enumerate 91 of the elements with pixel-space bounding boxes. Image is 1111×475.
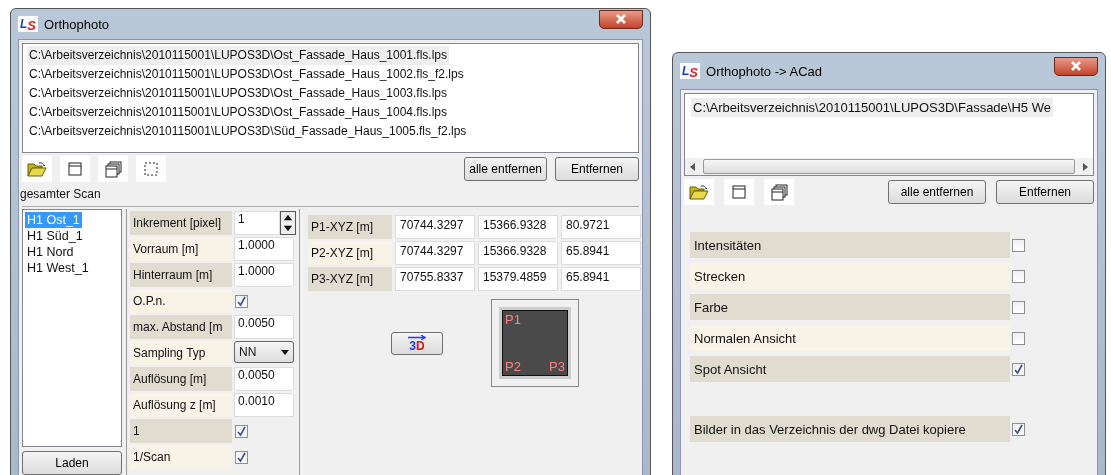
window-icon bbox=[732, 185, 746, 199]
point-label: P3-XYZ [m] bbox=[308, 267, 392, 291]
3d-view-button[interactable]: 3D bbox=[391, 331, 443, 355]
option-label: Bilder in das Verzeichnis der dwg Datei kopiere bbox=[690, 416, 1010, 442]
remove-all-button[interactable]: alle entfernen bbox=[888, 180, 986, 204]
point-label: P2-XYZ [m] bbox=[308, 241, 392, 265]
point-marker-label: P2 bbox=[505, 359, 521, 374]
parameter-label: Auflösung z [m] bbox=[130, 393, 232, 417]
caret-icon bbox=[281, 349, 289, 355]
windows-button[interactable] bbox=[764, 179, 794, 205]
app-logo: LS bbox=[680, 63, 700, 79]
horizontal-scrollbar[interactable] bbox=[684, 158, 1094, 176]
window-button[interactable] bbox=[724, 179, 754, 205]
window-button[interactable] bbox=[60, 156, 90, 182]
file-item[interactable]: C:\Arbeitsverzeichnis\2010115001\LUPOS3D\Ost_Fassade_Haus_1001.fls.lps bbox=[27, 46, 449, 65]
selection-button[interactable] bbox=[136, 156, 166, 182]
option-label: Strecken bbox=[690, 263, 1010, 289]
remove-button[interactable]: Entfernen bbox=[555, 157, 639, 181]
scroll-right-icon[interactable] bbox=[1083, 162, 1088, 171]
increment-field[interactable]: 1 bbox=[234, 211, 280, 235]
scan-item[interactable]: H1 West_1 bbox=[25, 260, 91, 276]
folder-icon bbox=[27, 161, 47, 177]
coordinate-field[interactable]: 15366.9328 bbox=[478, 241, 558, 265]
app-logo: LS bbox=[18, 16, 38, 32]
point-marker-label: P1 bbox=[505, 312, 521, 327]
parameter-label: O.P.n. bbox=[130, 289, 232, 313]
spin-arrows-icon[interactable] bbox=[280, 211, 296, 235]
checkbox[interactable] bbox=[1012, 238, 1025, 252]
coordinate-field[interactable]: 15379.4859 bbox=[478, 267, 558, 291]
windows-stack-icon bbox=[104, 160, 122, 178]
selection-icon bbox=[144, 162, 158, 176]
file-item[interactable]: C:\Arbeitsverzeichnis\2010115001\LUPOS3D\Ost_Fassade_Haus_1003.fls.lps bbox=[27, 84, 449, 103]
window-title: Orthophoto -> ACad bbox=[706, 63, 822, 79]
parameter-label: Hinterraum [m] bbox=[130, 263, 232, 287]
point-marker-label: P3 bbox=[549, 359, 565, 374]
coordinate-field[interactable]: 65.8941 bbox=[561, 241, 641, 265]
parameter-label: Inkrement [pixel] bbox=[130, 211, 232, 235]
close-icon bbox=[1070, 61, 1082, 71]
parameter-label: Auflösung [m] bbox=[130, 367, 232, 391]
folder-icon bbox=[689, 184, 709, 200]
checkbox[interactable] bbox=[235, 450, 248, 464]
window-icon bbox=[68, 162, 82, 176]
file-item[interactable]: C:\Arbeitsverzeichnis\2010115001\LUPOS3D\Fassade\H5 We bbox=[691, 98, 1053, 117]
option-label: Spot Ansicht bbox=[690, 356, 1010, 382]
open-folder-button[interactable] bbox=[22, 156, 52, 182]
input-field[interactable]: 0.0010 bbox=[234, 393, 294, 417]
coordinate-field[interactable]: 80.9721 bbox=[561, 215, 641, 239]
parameter-label: max. Abstand [m bbox=[130, 315, 232, 339]
checkbox[interactable] bbox=[1012, 422, 1025, 436]
arrow-icon bbox=[408, 334, 426, 340]
window-title: Orthophoto bbox=[44, 16, 110, 32]
option-label: Normalen Ansicht bbox=[690, 325, 1010, 351]
parameter-label: 1/Scan bbox=[130, 445, 232, 469]
point-label: P1-XYZ [m] bbox=[308, 215, 392, 239]
input-field[interactable]: 1.0000 bbox=[234, 263, 294, 287]
remove-all-button[interactable]: alle entfernen bbox=[464, 157, 547, 181]
input-field[interactable]: 1.0000 bbox=[234, 237, 294, 261]
coordinate-field[interactable]: 70755.8337 bbox=[395, 267, 475, 291]
close-button[interactable] bbox=[599, 9, 643, 29]
checkbox[interactable] bbox=[1012, 362, 1025, 376]
coordinate-field[interactable]: 15366.9328 bbox=[478, 215, 558, 239]
checkbox[interactable] bbox=[1012, 300, 1025, 314]
coordinate-field[interactable]: 70744.3297 bbox=[395, 241, 475, 265]
sampling-dropdown[interactable]: NN bbox=[234, 341, 294, 363]
checkbox[interactable] bbox=[1012, 269, 1025, 283]
input-field[interactable]: 0.0050 bbox=[234, 315, 294, 339]
remove-button[interactable]: Entfernen bbox=[996, 180, 1094, 204]
option-label: Intensitäten bbox=[690, 232, 1010, 258]
parameter-label: 1 bbox=[130, 419, 232, 443]
load-button[interactable]: Laden bbox=[22, 451, 122, 475]
open-folder-button[interactable] bbox=[684, 179, 714, 205]
scroll-left-icon[interactable] bbox=[690, 162, 695, 171]
close-icon bbox=[615, 14, 627, 24]
scan-item[interactable]: H1 Süd_1 bbox=[25, 228, 85, 244]
option-label: Farbe bbox=[690, 294, 1010, 320]
scope-label: gesamter Scan bbox=[20, 186, 102, 202]
file-item[interactable]: C:\Arbeitsverzeichnis\2010115001\LUPOS3D\Ost_Fassade_Haus_1002.fls_f2.lps bbox=[27, 65, 466, 84]
windows-stack-icon bbox=[770, 183, 788, 201]
parameter-label: Sampling Typ bbox=[130, 341, 232, 365]
windows-button[interactable] bbox=[98, 156, 128, 182]
checkbox[interactable] bbox=[235, 424, 248, 438]
coordinate-field[interactable]: 65.8941 bbox=[561, 267, 641, 291]
close-button[interactable] bbox=[1054, 56, 1098, 76]
checkbox[interactable] bbox=[1012, 331, 1025, 345]
parameter-label: Vorraum [m] bbox=[130, 237, 232, 261]
file-item[interactable]: C:\Arbeitsverzeichnis\2010115001\LUPOS3D\Süd_Fassade_Haus_1005.fls_f2.lps bbox=[27, 122, 469, 141]
checkbox[interactable] bbox=[235, 294, 248, 308]
scan-item[interactable]: H1 Nord bbox=[25, 244, 76, 260]
coordinate-field[interactable]: 70744.3297 bbox=[395, 215, 475, 239]
file-item[interactable]: C:\Arbeitsverzeichnis\2010115001\LUPOS3D\Ost_Fassade_Haus_1004.fls.lps bbox=[27, 103, 449, 122]
input-field[interactable]: 0.0050 bbox=[234, 367, 294, 391]
